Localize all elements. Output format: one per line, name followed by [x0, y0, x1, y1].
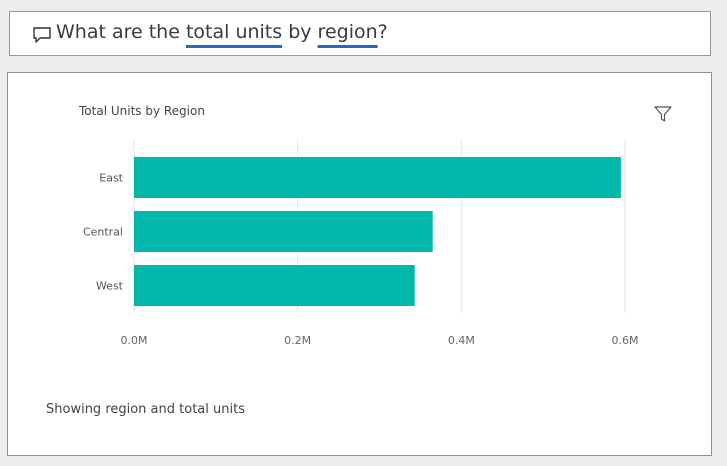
x-tick-label: 0.2M: [284, 334, 311, 347]
qa-text-middle: by: [282, 21, 318, 43]
bar-central[interactable]: [134, 211, 433, 252]
x-tick-label: 0.0M: [121, 334, 148, 347]
bar-west[interactable]: [134, 265, 415, 306]
speech-bubble-icon: [33, 27, 51, 43]
category-label: Central: [83, 226, 123, 239]
qa-question-box[interactable]: What are the total units by region?: [9, 11, 711, 56]
bar-east[interactable]: [134, 157, 621, 198]
x-tick-label: 0.4M: [448, 334, 475, 347]
visual-card: Total Units by Region 0.0M 0.2M 0.4M 0.6M Ea…: [7, 72, 712, 456]
qa-text-prefix: What are the: [56, 21, 186, 43]
bar-chart: 0.0M 0.2M 0.4M 0.6M East Central West: [83, 139, 639, 347]
x-tick-label: 0.6M: [612, 334, 639, 347]
category-label: West: [96, 280, 124, 293]
qa-text-suffix: ?: [377, 21, 388, 43]
status-text: Showing region and total units: [46, 402, 245, 417]
qa-keyword-total-units[interactable]: total units: [186, 21, 282, 43]
qa-question-text[interactable]: What are the total units by region?: [56, 21, 388, 43]
category-label: East: [99, 172, 123, 185]
qa-keyword-region[interactable]: region: [318, 21, 378, 43]
